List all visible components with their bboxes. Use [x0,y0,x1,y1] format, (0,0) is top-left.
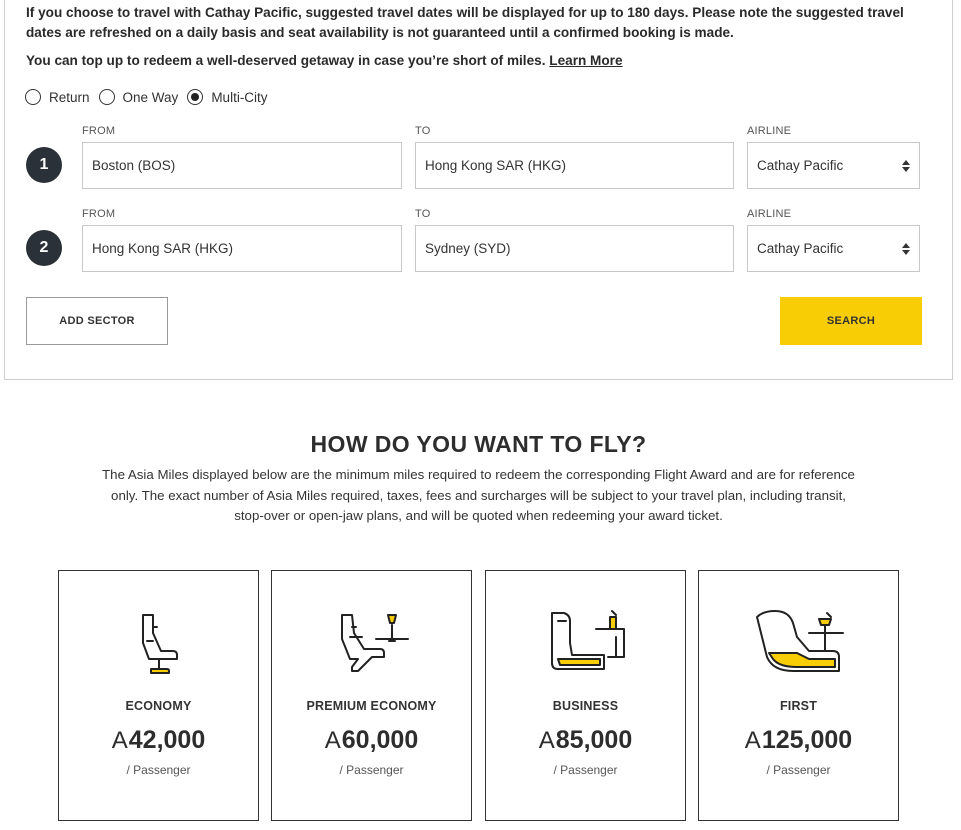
learn-more-link[interactable]: Learn More [549,53,622,68]
sector-number-badge: 1 [26,147,62,183]
miles-amount: A60,000 [272,726,471,755]
trip-type-label: Multi-City [211,89,268,105]
from-input[interactable]: Boston (BOS) [82,142,402,189]
airline-label: AIRLINE [747,208,792,220]
from-label: FROM [82,208,116,220]
section-description: The Asia Miles displayed below are the m… [102,467,855,523]
section-title: HOW DO YOU WANT TO FLY? [310,431,647,457]
trip-type-one-way[interactable]: One Way [98,89,179,105]
asia-miles-icon: A [111,727,128,754]
booking-panel: If you choose to travel with Cathay Paci… [4,0,953,380]
cabin-card-premium-economy[interactable]: PREMIUM ECONOMY A60,000 / Passenger [271,570,472,821]
radio-icon[interactable] [25,89,41,105]
from-label: FROM [82,125,116,137]
asia-miles-icon: A [324,727,341,754]
per-passenger-label: / Passenger [766,763,831,777]
per-passenger-label: / Passenger [553,763,618,777]
sort-arrows-icon [902,160,910,172]
airline-label: AIRLINE [747,125,792,137]
trip-type-selector: Return One Way Multi-City [25,89,277,105]
trip-type-label: Return [49,89,90,105]
cabin-card-economy[interactable]: ECONOMY A42,000 / Passenger [58,570,259,821]
airline-select-value: Cathay Pacific [757,241,844,256]
to-input[interactable]: Hong Kong SAR (HKG) [415,142,734,189]
sort-arrows-icon [902,243,910,255]
business-seat-icon [486,607,685,679]
cabin-name: FIRST [779,699,818,713]
search-button[interactable]: SEARCH [780,297,922,345]
miles-amount: A85,000 [486,726,685,755]
cabin-card-business[interactable]: BUSINESS A85,000 / Passenger [485,570,686,821]
to-label: TO [415,125,431,137]
airline-select[interactable]: Cathay Pacific [747,142,920,189]
first-seat-icon [699,607,898,679]
to-label: TO [415,208,431,220]
asia-miles-icon: A [538,727,555,754]
top-up-notice: You can top up to redeem a well-deserved… [26,51,941,70]
add-sector-button[interactable]: ADD SECTOR [26,297,168,345]
trip-type-multi-city[interactable]: Multi-City [187,89,268,105]
top-up-text: You can top up to redeem a well-deserved… [26,53,546,68]
miles-value: 60,000 [341,726,419,754]
to-input[interactable]: Sydney (SYD) [415,225,734,272]
economy-seat-icon [59,607,258,679]
miles-value: 42,000 [128,726,206,754]
from-input[interactable]: Hong Kong SAR (HKG) [82,225,402,272]
cabin-name: ECONOMY [125,699,192,713]
premium-economy-seat-icon [272,607,471,679]
miles-amount: A125,000 [699,726,898,755]
travel-dates-notice: If you choose to travel with Cathay Paci… [26,5,904,40]
trip-type-label: One Way [122,89,179,105]
miles-amount: A42,000 [59,726,258,755]
trip-type-return[interactable]: Return [25,89,90,105]
sector-number-badge: 2 [26,230,62,266]
cabin-card-first[interactable]: FIRST A125,000 / Passenger [698,570,899,821]
airline-select[interactable]: Cathay Pacific [747,225,920,272]
cabin-name: BUSINESS [552,699,619,713]
asia-miles-icon: A [744,727,761,754]
miles-value: 85,000 [555,726,633,754]
miles-value: 125,000 [761,726,853,754]
per-passenger-label: / Passenger [126,763,191,777]
per-passenger-label: / Passenger [339,763,404,777]
airline-select-value: Cathay Pacific [757,158,844,173]
radio-icon[interactable] [98,89,115,105]
radio-checked-icon[interactable] [187,89,204,105]
cabin-name: PREMIUM ECONOMY [306,699,437,713]
